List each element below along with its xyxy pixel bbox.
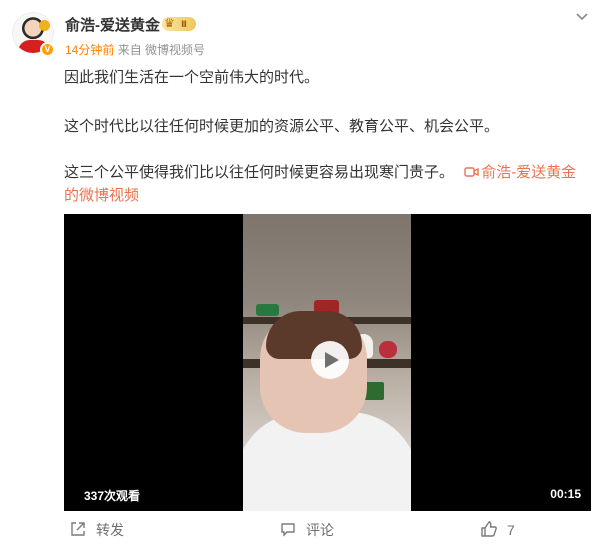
post-actions: 转发 评论 7: [0, 514, 600, 544]
post-header: V 俞浩-爱送黄金 ♛ Ⅱ 14分钟前 来自 微博视频号: [0, 0, 600, 70]
vip-badge[interactable]: ♛ Ⅱ: [162, 16, 196, 31]
like-button[interactable]: 7: [480, 520, 515, 538]
crown-icon: ♛: [164, 16, 175, 30]
comment-button[interactable]: 评论: [279, 520, 334, 540]
play-icon[interactable]: [311, 341, 349, 379]
toy-car-green: [256, 304, 279, 316]
red-figure: [379, 341, 397, 358]
post-paragraph-1: 因此我们生活在一个空前伟大的时代。: [64, 69, 320, 86]
share-icon: [71, 522, 85, 536]
repost-label: 转发: [96, 522, 124, 538]
chevron-down-icon[interactable]: [573, 10, 591, 26]
like-count: 7: [507, 522, 515, 538]
video-player[interactable]: 337次观看 00:15: [64, 214, 591, 511]
author-name[interactable]: 俞浩-爱送黄金: [65, 14, 160, 35]
repost-button[interactable]: 转发: [69, 520, 124, 540]
comment-icon: [281, 523, 295, 537]
vip-level: Ⅱ: [181, 19, 187, 29]
post-time[interactable]: 14分钟前: [65, 43, 114, 57]
post-paragraph-3: 这三个公平使得我们比以往任何时候更容易出现寒门贵子。 俞浩-爱送黄金的微博视频: [64, 162, 584, 207]
person-head: [260, 311, 367, 433]
post-paragraph-3-text: 这三个公平使得我们比以往任何时候更容易出现寒门贵子。: [64, 164, 455, 181]
verified-badge: V: [40, 42, 55, 57]
video-view-count: 337次观看: [84, 489, 141, 503]
post-paragraph-2: 这个时代比以往任何时候更加的资源公平、教育公平、机会公平。: [64, 118, 500, 135]
post-meta: 14分钟前 来自 微博视频号: [65, 41, 205, 58]
video-duration: 00:15: [550, 487, 581, 501]
video-camera-icon: [464, 163, 479, 185]
post-source[interactable]: 来自 微博视频号: [118, 43, 205, 57]
comment-label: 评论: [306, 522, 334, 538]
avatar-gold-badge: [39, 20, 50, 31]
thumbs-up-icon: [481, 521, 497, 537]
